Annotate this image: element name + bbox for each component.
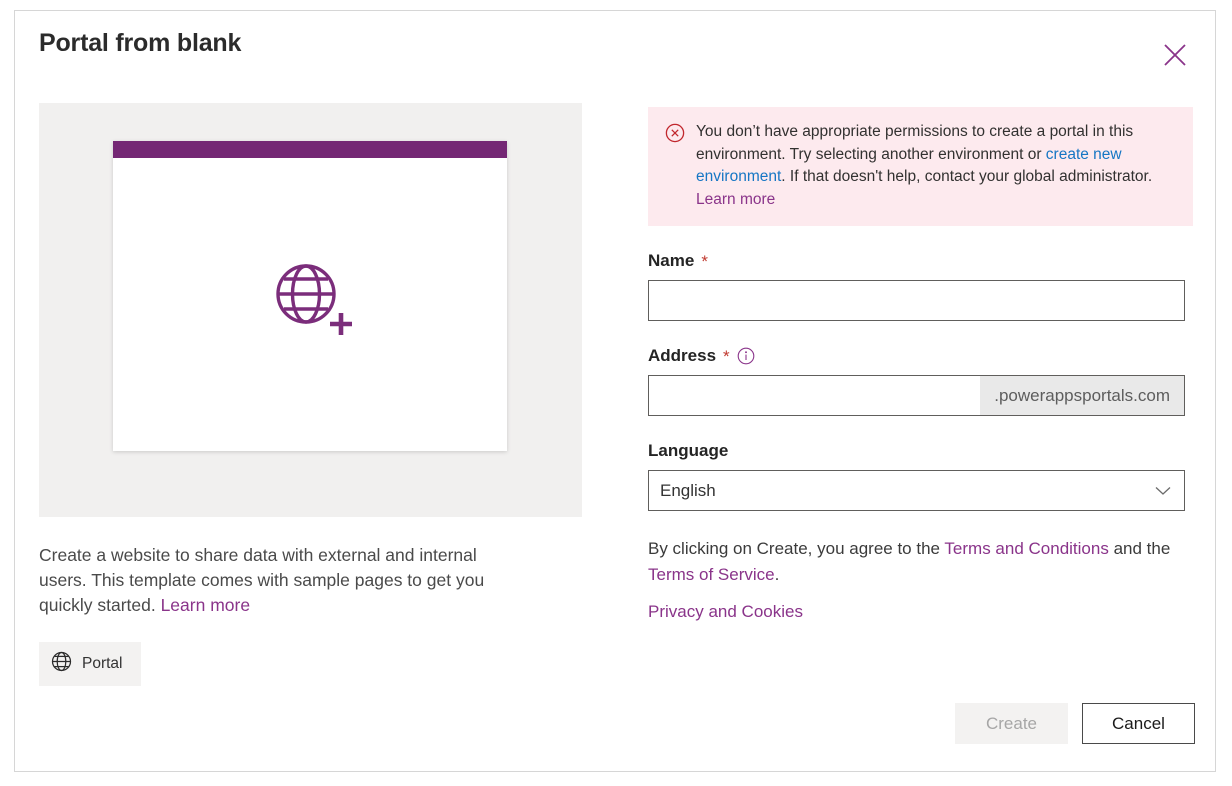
template-description: Create a website to share data with exte…: [39, 543, 509, 618]
close-button[interactable]: [1155, 35, 1195, 75]
portal-from-blank-dialog: Portal from blank Create a website to sh…: [14, 10, 1216, 772]
permissions-error-text: You don’t have appropriate permissions t…: [696, 121, 1179, 211]
address-field-label: Address *: [648, 346, 1193, 366]
chevron-down-icon: [1155, 486, 1171, 496]
privacy-and-cookies-link[interactable]: Privacy and Cookies: [648, 602, 803, 621]
language-label-text: Language: [648, 441, 729, 460]
address-domain-suffix: .powerappsportals.com: [980, 376, 1184, 415]
address-required-marker: *: [723, 346, 730, 366]
error-learn-more-link[interactable]: Learn more: [696, 191, 775, 208]
info-circle-icon[interactable]: [737, 347, 755, 365]
globe-plus-icon: [268, 256, 360, 353]
address-input-group: .powerappsportals.com: [648, 375, 1185, 416]
create-button[interactable]: Create: [955, 703, 1068, 744]
address-label-text: Address: [648, 346, 717, 365]
template-tag-label: Portal: [82, 655, 123, 672]
name-input[interactable]: [648, 280, 1185, 321]
address-input[interactable]: [649, 376, 981, 415]
browser-mockup-titlebar: [113, 141, 507, 158]
template-tag-portal: Portal: [39, 642, 141, 686]
language-field-block: Language English: [648, 441, 1193, 511]
globe-icon: [51, 651, 72, 677]
name-label-text: Name: [648, 251, 695, 270]
language-field-label: Language: [648, 441, 1193, 461]
terms-and-conditions-link[interactable]: Terms and Conditions: [944, 539, 1108, 558]
name-field-block: Name *: [648, 251, 1193, 321]
error-circle-x-icon: [665, 123, 685, 148]
address-field-block: Address * .powerappsportals.com: [648, 346, 1193, 416]
close-icon: [1161, 41, 1189, 69]
preview-panel: [39, 103, 582, 517]
dialog-footer: Create Cancel: [955, 703, 1195, 744]
legal-text-part3: .: [774, 565, 780, 584]
permissions-error-banner: You don’t have appropriate permissions t…: [648, 107, 1193, 226]
name-required-marker: *: [701, 251, 708, 271]
legal-text-part2: and the: [1108, 539, 1171, 558]
portal-form-column: You don’t have appropriate permissions t…: [648, 107, 1193, 622]
template-preview-column: Create a website to share data with exte…: [39, 103, 582, 686]
privacy-line: Privacy and Cookies: [648, 602, 1193, 622]
language-select[interactable]: English: [648, 470, 1185, 511]
legal-text-part1: By clicking on Create, you agree to the: [648, 539, 945, 558]
error-text-part2: . If that doesn't help, contact your glo…: [781, 168, 1153, 185]
learn-more-link[interactable]: Learn more: [161, 595, 251, 615]
template-description-text: Create a website to share data with exte…: [39, 545, 485, 615]
name-field-label: Name *: [648, 251, 1193, 271]
page-title: Portal from blank: [39, 29, 242, 57]
terms-of-service-link[interactable]: Terms of Service: [648, 565, 775, 584]
browser-mockup-body: [113, 158, 507, 451]
cancel-button[interactable]: Cancel: [1082, 703, 1195, 744]
language-selected-value: English: [660, 480, 716, 500]
browser-mockup: [113, 141, 507, 451]
legal-agreement-text: By clicking on Create, you agree to the …: [648, 536, 1185, 588]
